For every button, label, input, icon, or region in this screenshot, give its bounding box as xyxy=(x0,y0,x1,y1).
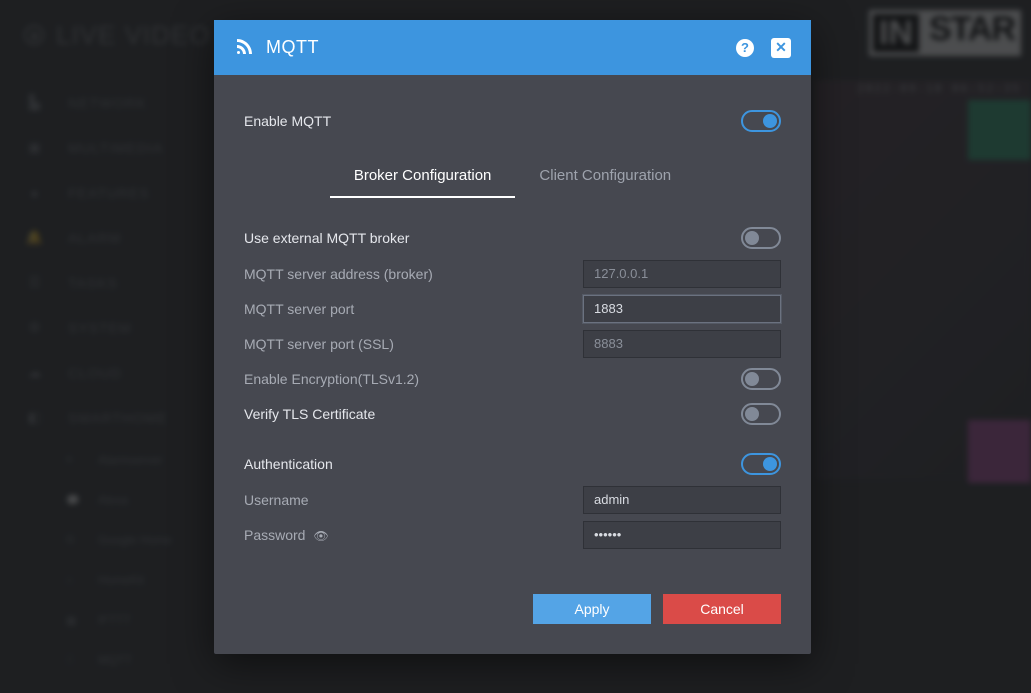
server-address-row: MQTT server address (broker) xyxy=(244,256,781,291)
close-icon: ✕ xyxy=(771,38,791,58)
verify-tls-label: Verify TLS Certificate xyxy=(244,406,741,422)
server-port-label: MQTT server port xyxy=(244,301,583,317)
apply-button[interactable]: Apply xyxy=(533,594,651,624)
authentication-row: Authentication xyxy=(244,446,781,482)
tab-broker[interactable]: Broker Configuration xyxy=(330,157,516,198)
authentication-label: Authentication xyxy=(244,456,741,472)
username-input[interactable] xyxy=(583,486,781,514)
enable-mqtt-toggle[interactable] xyxy=(741,110,781,132)
password-input[interactable] xyxy=(583,521,781,549)
server-port-input[interactable] xyxy=(583,295,781,323)
server-ssl-row: MQTT server port (SSL) xyxy=(244,326,781,361)
username-row: Username xyxy=(244,482,781,517)
verify-tls-row: Verify TLS Certificate xyxy=(244,396,781,432)
eye-icon[interactable]: 👁 xyxy=(313,529,328,543)
encryption-row: Enable Encryption(TLSv1.2) xyxy=(244,361,781,396)
verify-tls-toggle[interactable] xyxy=(741,403,781,425)
server-ssl-label: MQTT server port (SSL) xyxy=(244,336,583,352)
authentication-toggle[interactable] xyxy=(741,453,781,475)
encryption-toggle[interactable] xyxy=(741,368,781,390)
server-address-label: MQTT server address (broker) xyxy=(244,266,583,282)
config-tabs: Broker Configuration Client Configuratio… xyxy=(244,157,781,198)
encryption-label: Enable Encryption(TLSv1.2) xyxy=(244,371,741,387)
help-button[interactable]: ? xyxy=(735,38,755,58)
external-broker-toggle[interactable] xyxy=(741,227,781,249)
cancel-button[interactable]: Cancel xyxy=(663,594,781,624)
tab-client[interactable]: Client Configuration xyxy=(515,157,695,198)
password-label: Password👁 xyxy=(244,527,583,543)
external-broker-row: Use external MQTT broker xyxy=(244,220,781,256)
external-broker-label: Use external MQTT broker xyxy=(244,230,741,246)
close-button[interactable]: ✕ xyxy=(771,38,791,58)
server-ssl-input[interactable] xyxy=(583,330,781,358)
enable-mqtt-row: Enable MQTT xyxy=(244,103,781,139)
modal-title: MQTT xyxy=(266,37,719,58)
password-row: Password👁 xyxy=(244,517,781,552)
username-label: Username xyxy=(244,492,583,508)
server-address-input[interactable] xyxy=(583,260,781,288)
help-icon: ? xyxy=(736,39,754,57)
mqtt-modal: MQTT ? ✕ Enable MQTT Broker Configuratio… xyxy=(214,20,811,654)
rss-icon xyxy=(234,36,252,59)
enable-mqtt-label: Enable MQTT xyxy=(244,113,741,129)
server-port-row: MQTT server port xyxy=(244,291,781,326)
modal-header: MQTT ? ✕ xyxy=(214,20,811,75)
